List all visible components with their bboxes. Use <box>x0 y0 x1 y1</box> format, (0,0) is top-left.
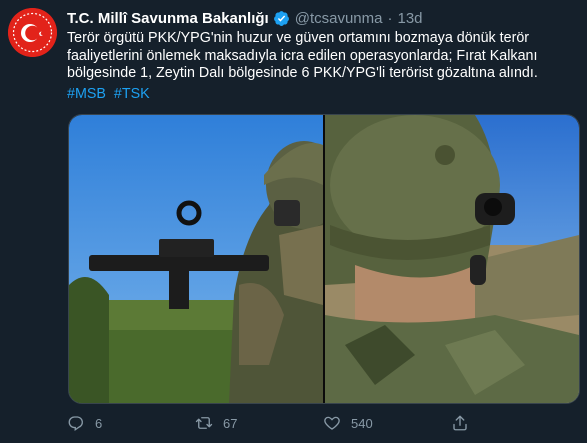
retweet-count: 67 <box>223 415 238 431</box>
soldier-aiming-rifle-photo[interactable] <box>69 115 323 403</box>
reply-button[interactable]: 6 <box>67 414 195 432</box>
reply-count: 6 <box>95 415 103 431</box>
timestamp[interactable]: 13d <box>397 10 422 27</box>
like-count: 540 <box>351 415 373 431</box>
tweet-media <box>68 114 580 404</box>
like-button[interactable]: 540 <box>323 414 451 432</box>
hashtag-tsk[interactable]: #TSK <box>114 86 150 102</box>
author-name[interactable]: T.C. Millî Savunma Bakanlığı <box>67 10 269 27</box>
author-handle[interactable]: @tcsavunma <box>295 10 383 27</box>
ministry-emblem-icon <box>8 8 57 57</box>
hashtag-msb[interactable]: #MSB <box>67 86 106 102</box>
separator-dot: · <box>387 9 393 27</box>
tweet-header: T.C. Millî Savunma Bakanlığı @tcsavunma … <box>67 8 577 28</box>
tweet-actions: 6 67 540 <box>67 410 579 436</box>
verified-badge-icon <box>273 10 290 27</box>
reply-icon <box>68 416 83 432</box>
avatar[interactable] <box>8 8 57 57</box>
share-icon <box>453 415 467 431</box>
tweet-text: Terör örgütü PKK/YPG'nin huzur ve güven … <box>67 30 538 82</box>
soldier-with-binoculars-photo[interactable] <box>325 115 579 403</box>
share-button[interactable] <box>451 414 579 432</box>
retweet-button[interactable]: 67 <box>195 414 323 432</box>
retweet-icon <box>195 417 213 429</box>
heart-icon <box>324 416 340 430</box>
hashtags: #MSB #TSK <box>67 86 154 102</box>
